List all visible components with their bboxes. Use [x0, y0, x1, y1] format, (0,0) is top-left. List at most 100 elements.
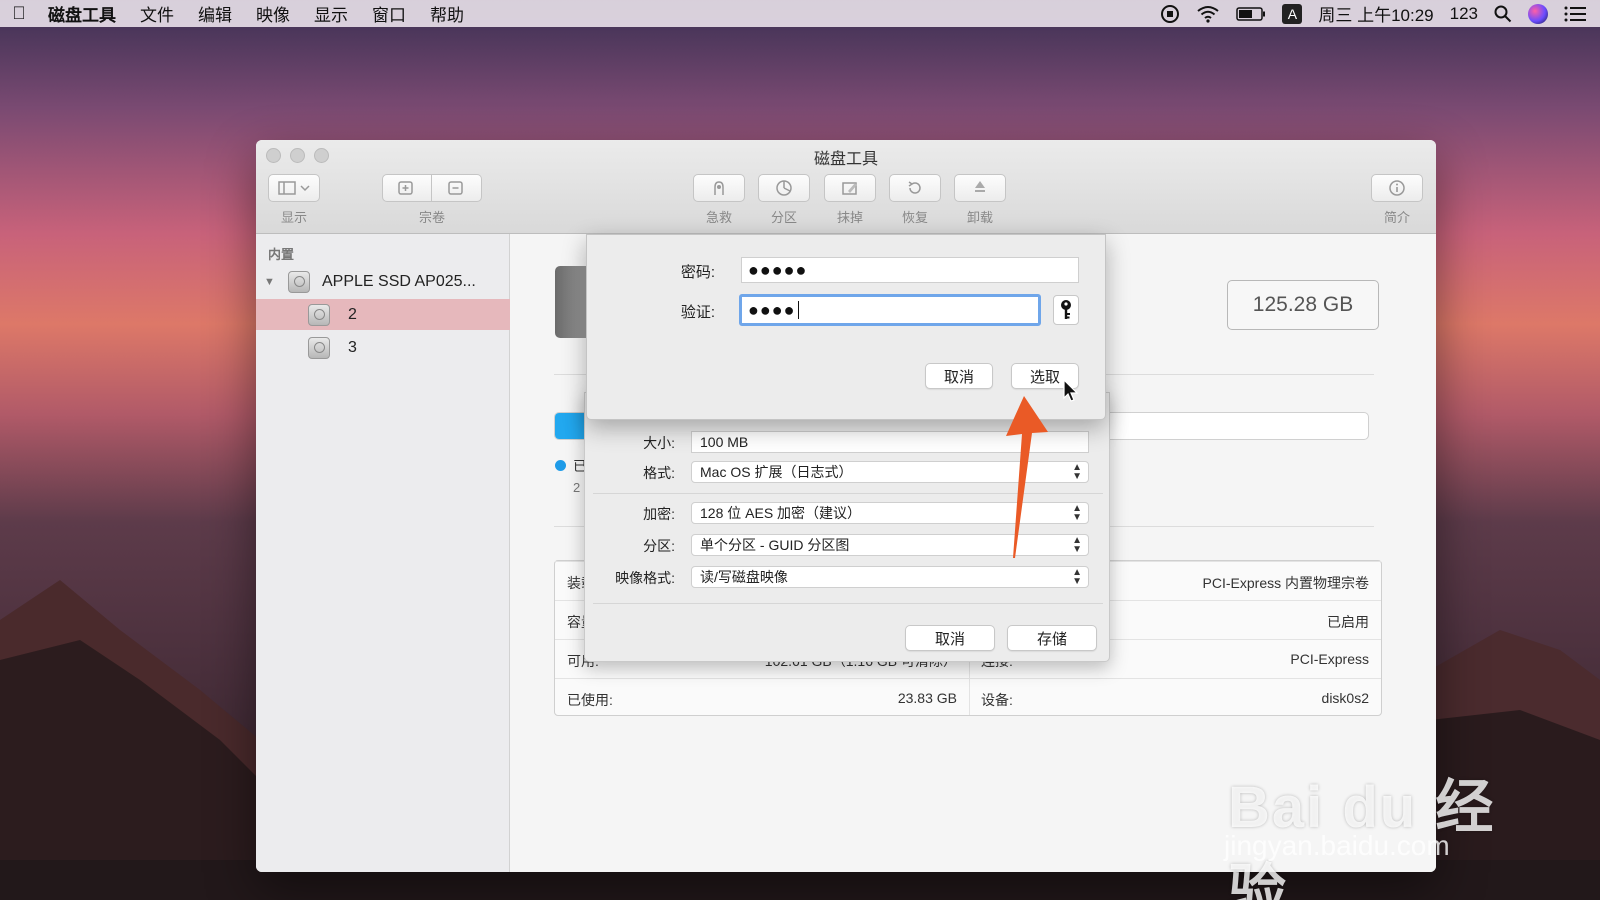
watermark-url: jingyan.baidu.com [1224, 830, 1450, 861]
owners-value: 已启用 [1327, 614, 1369, 630]
erase-label: 抹掉 [836, 210, 863, 225]
sidebar-item-volume-3[interactable]: 3 [256, 332, 510, 363]
divider [593, 603, 1103, 604]
verify-value: ●●●● [748, 299, 796, 320]
encryption-popup[interactable]: 128 位 AES 加密（建议） ▲ ▼ [691, 502, 1089, 524]
divider [593, 493, 1103, 494]
size-field[interactable]: 100 MB [691, 431, 1089, 453]
partition-value: 单个分区 - GUID 分区图 [700, 537, 850, 553]
partition-label: 分区 [770, 210, 797, 225]
partition-button[interactable] [758, 174, 810, 202]
wifi-icon[interactable] [1196, 5, 1220, 23]
menu-window[interactable]: 窗口 [360, 1, 418, 26]
menubar:  磁盘工具 文件 编辑 映像 显示 窗口 帮助 A 周三 上午10:29 12… [0, 0, 1600, 27]
unmount-button[interactable] [954, 174, 1006, 202]
view-button[interactable] [268, 174, 320, 202]
dialog-choose-button[interactable]: 选取 [1011, 363, 1079, 389]
dialog-cancel-button[interactable]: 取消 [925, 363, 993, 389]
image-format-value: 读/写磁盘映像 [700, 569, 788, 585]
password-label: 密码: [680, 264, 715, 281]
toolbar-erase-group: 抹掉 [824, 174, 876, 226]
size-label: 大小: [643, 435, 675, 451]
partition-popup[interactable]: 单个分区 - GUID 分区图 ▲ ▼ [691, 534, 1089, 556]
toolbar-volume-group: 宗卷 [382, 174, 482, 226]
siri-icon[interactable] [1528, 3, 1548, 24]
popup-arrows-icon: ▲ ▼ [1072, 503, 1082, 523]
spotlight-search-icon[interactable] [1494, 5, 1512, 23]
info-label: 简介 [1383, 210, 1410, 225]
capacity-badge: 125.28 GB [1227, 280, 1379, 330]
popup-arrows-icon: ▲ ▼ [1072, 567, 1082, 587]
image-format-label: 映像格式: [615, 570, 675, 586]
remove-volume-button[interactable] [432, 174, 482, 202]
volume-icon [308, 303, 330, 326]
first-aid-button[interactable] [693, 174, 745, 202]
input-method-icon[interactable]: A [1282, 3, 1303, 24]
toolbar-partition-group: 分区 [758, 174, 810, 226]
format-label: 格式: [643, 465, 675, 481]
volume-label: 宗卷 [418, 210, 445, 225]
menu-app[interactable]: 磁盘工具 [36, 1, 128, 26]
image-format-popup[interactable]: 读/写磁盘映像 ▲ ▼ [691, 566, 1089, 588]
notification-center-icon[interactable] [1564, 5, 1586, 23]
connection-value: PCI-Express [1290, 651, 1369, 667]
toolbar-view-group: 显示 [268, 174, 320, 226]
sidebar-item-label: APPLE SSD AP025... [322, 272, 476, 290]
verify-field[interactable]: ●●●● [739, 294, 1041, 326]
used-value: 23.83 GB [897, 690, 957, 706]
menu-edit[interactable]: 编辑 [186, 1, 244, 26]
baidu-jingyan-watermark: Bai du 经验 jingyan.baidu.com [1224, 760, 1528, 900]
unmount-label: 卸载 [966, 210, 993, 225]
restore-button[interactable] [889, 174, 941, 202]
device-value: disk0s2 [1321, 690, 1369, 706]
menu-view[interactable]: 显示 [302, 1, 360, 26]
toolbar-unmount-group: 卸载 [954, 174, 1006, 226]
menubar-clock[interactable]: 周三 上午10:29 [1318, 1, 1433, 26]
format-value: Mac OS 扩展（日志式） [700, 464, 853, 480]
text-caret [797, 301, 799, 319]
sidebar-section-internal: 内置 [268, 247, 295, 262]
info-button[interactable] [1371, 174, 1423, 202]
sidebar: 内置 ▼ APPLE SSD AP025... 2 3 [256, 234, 510, 872]
popup-arrows-icon: ▲ ▼ [1072, 535, 1082, 555]
window-titlebar: 磁盘工具 显示 宗卷 急救 分区 抹掉 恢复 卸载 简介 [256, 140, 1436, 234]
sheet-save-button[interactable]: 存储 [1007, 625, 1097, 651]
menu-help[interactable]: 帮助 [418, 1, 476, 26]
sidebar-item-disk[interactable]: ▼ APPLE SSD AP025... [256, 266, 510, 297]
apple-menu-icon[interactable]:  [2, 3, 36, 24]
battery-icon[interactable] [1236, 6, 1266, 21]
type-value: PCI-Express 内置物理宗卷 [1202, 575, 1369, 591]
sidebar-item-label: 3 [348, 338, 357, 356]
disclosure-triangle-icon[interactable]: ▼ [264, 276, 278, 288]
device-key: 设备: [981, 692, 1013, 708]
verify-label: 验证: [680, 304, 715, 321]
add-volume-button[interactable] [382, 174, 432, 202]
window-title: 磁盘工具 [813, 151, 878, 168]
password-field[interactable]: ●●●●● [741, 257, 1079, 283]
format-popup[interactable]: Mac OS 扩展（日志式） ▲ ▼ [691, 461, 1089, 483]
menu-image[interactable]: 映像 [244, 1, 302, 26]
screen-record-icon[interactable] [1160, 4, 1180, 24]
restore-label: 恢复 [901, 210, 928, 225]
toolbar-info-group: 简介 [1371, 174, 1423, 226]
volume-icon [308, 336, 330, 359]
sidebar-item-volume-2[interactable]: 2 [256, 299, 510, 330]
password-dialog: 密码: ●●●●● 验证: ●●●● 取消 选取 [586, 234, 1106, 420]
password-assistant-key-icon[interactable] [1053, 295, 1079, 325]
toolbar-restore-group: 恢复 [889, 174, 941, 226]
sidebar-item-label: 2 [348, 305, 357, 323]
erase-button[interactable] [824, 174, 876, 202]
popup-arrows-icon: ▲ ▼ [1072, 462, 1082, 482]
first-aid-label: 急救 [705, 210, 732, 225]
view-label: 显示 [280, 210, 307, 225]
new-image-sheet: 大小: 100 MB 格式: Mac OS 扩展（日志式） ▲ ▼ 加密: 128… [584, 392, 1110, 662]
used-legend-dot [555, 460, 566, 471]
menu-file[interactable]: 文件 [128, 1, 186, 26]
sheet-cancel-button[interactable]: 取消 [905, 625, 995, 651]
menubar-user[interactable]: 123 [1450, 4, 1478, 24]
toolbar-first-aid-group: 急救 [693, 174, 745, 226]
encryption-value: 128 位 AES 加密（建议） [700, 505, 862, 521]
partition-label: 分区: [643, 538, 675, 554]
used-legend-value: 2 [573, 480, 581, 495]
internal-disk-icon [288, 270, 310, 293]
